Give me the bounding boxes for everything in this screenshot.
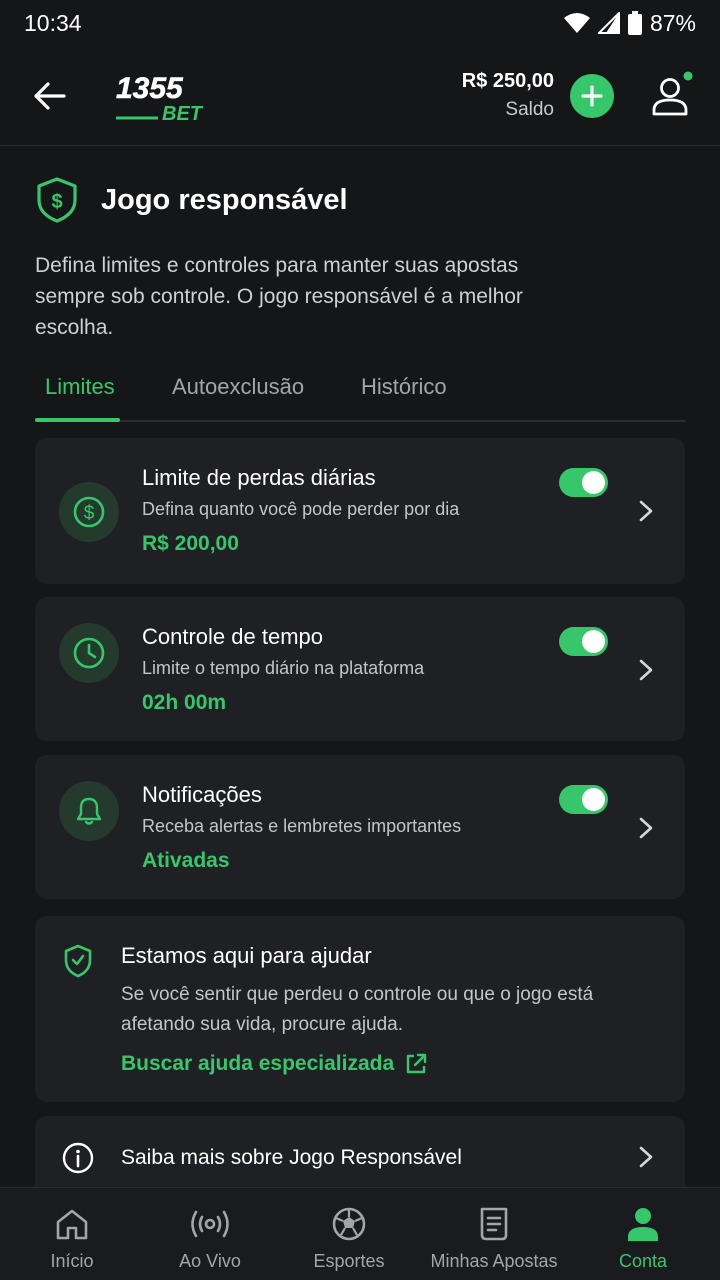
nav-label: Esportes <box>313 1251 385 1271</box>
tab-limites[interactable]: Limites <box>45 374 115 400</box>
chevron-right-icon <box>639 1146 653 1168</box>
card-value: R$ 200,00 <box>142 532 239 555</box>
signal-icon <box>597 12 620 34</box>
page-title: Jogo responsável <box>101 183 348 216</box>
card-value: 02h 00m <box>142 691 227 714</box>
card-title: Limite de perdas diárias <box>142 465 376 490</box>
help-card: Estamos aqui para ajudar Se você sentir … <box>35 916 685 1102</box>
info-icon <box>62 1142 94 1174</box>
battery-percent: 87% <box>649 9 696 36</box>
find-help-link[interactable]: Buscar ajuda especializada <box>121 1052 428 1076</box>
tab-historico[interactable]: Histórico <box>361 374 447 400</box>
logo-top-text: 1355 <box>116 72 184 105</box>
nav-ao-vivo[interactable]: Ao Vivo <box>160 1188 260 1280</box>
app-header: 1355 BET R$ 250,00 Saldo <box>0 46 720 146</box>
chevron-right-icon <box>639 500 653 522</box>
card-title: Notificações <box>142 782 262 807</box>
wifi-icon <box>563 13 590 33</box>
balance[interactable]: R$ 250,00 Saldo <box>462 70 554 121</box>
nav-esportes[interactable]: Esportes <box>299 1188 399 1280</box>
user-account-icon <box>628 1208 658 1241</box>
svg-text:$: $ <box>84 503 95 524</box>
active-tab-indicator <box>35 418 120 422</box>
profile-icon[interactable] <box>648 70 696 120</box>
card-value: Ativadas <box>142 849 230 872</box>
find-help-link-label: Buscar ajuda especializada <box>121 1052 395 1075</box>
help-title: Estamos aqui para ajudar <box>121 943 372 968</box>
dollar-circle-icon: $ <box>73 496 105 528</box>
card-notifications[interactable]: Notificações Receba alertas e lembretes … <box>35 755 685 899</box>
bell-icon <box>76 797 102 825</box>
clock-icon <box>73 637 105 669</box>
chevron-right-icon <box>639 659 653 681</box>
battery-icon <box>627 11 642 35</box>
tab-bar: Limites Autoexclusão Histórico <box>35 362 685 422</box>
page-description: Defina limites e controles para manter s… <box>35 254 523 339</box>
plus-icon <box>581 85 603 107</box>
logo-bottom-text: BET <box>162 103 204 124</box>
home-icon <box>56 1209 88 1240</box>
nav-label: Minhas Apostas <box>430 1251 558 1271</box>
live-broadcast-icon <box>191 1210 229 1238</box>
nav-label: Início <box>50 1251 94 1271</box>
loss-limit-toggle[interactable] <box>559 468 608 497</box>
nav-minhas-apostas[interactable]: Minhas Apostas <box>419 1188 569 1280</box>
notifications-toggle[interactable] <box>559 785 608 814</box>
brand-logo[interactable]: 1355 BET <box>114 70 234 124</box>
bottom-nav: Início Ao Vivo Esportes Minhas Apostas C… <box>0 1187 720 1280</box>
soccer-ball-icon <box>332 1207 366 1241</box>
shield-check-icon <box>64 944 92 978</box>
card-subtitle: Defina quanto você pode perder por dia <box>142 499 460 519</box>
help-text: Se você sentir que perdeu o controle ou … <box>121 984 594 1035</box>
svg-text:$: $ <box>51 191 62 213</box>
nav-inicio[interactable]: Início <box>22 1188 122 1280</box>
bet-slip-icon <box>480 1207 508 1241</box>
nav-conta[interactable]: Conta <box>593 1188 693 1280</box>
card-title: Controle de tempo <box>142 624 323 649</box>
deposit-button[interactable] <box>570 74 614 118</box>
status-time: 10:34 <box>24 9 82 36</box>
shield-dollar-icon: $ <box>37 177 77 223</box>
learn-more-label: Saiba mais sobre Jogo Responsável <box>121 1146 462 1169</box>
card-loss-limit[interactable]: $ Limite de perdas diárias Defina quanto… <box>35 438 685 584</box>
back-arrow-icon[interactable] <box>30 76 70 116</box>
nav-label: Ao Vivo <box>179 1251 241 1271</box>
page-header: $ Jogo responsável Defina limites e cont… <box>35 176 685 343</box>
card-subtitle: Limite o tempo diário na plataforma <box>142 658 425 678</box>
balance-label: Saldo <box>505 99 554 120</box>
card-subtitle: Receba alertas e lembretes importantes <box>142 816 462 836</box>
chevron-right-icon <box>639 817 653 839</box>
card-time-control[interactable]: Controle de tempo Limite o tempo diário … <box>35 597 685 741</box>
nav-label: Conta <box>618 1251 668 1271</box>
balance-amount: R$ 250,00 <box>461 70 554 92</box>
tab-autoexclusao[interactable]: Autoexclusão <box>172 374 304 400</box>
external-link-icon <box>406 1053 427 1074</box>
status-bar: 10:34 87% <box>0 0 720 46</box>
time-control-toggle[interactable] <box>559 627 608 656</box>
